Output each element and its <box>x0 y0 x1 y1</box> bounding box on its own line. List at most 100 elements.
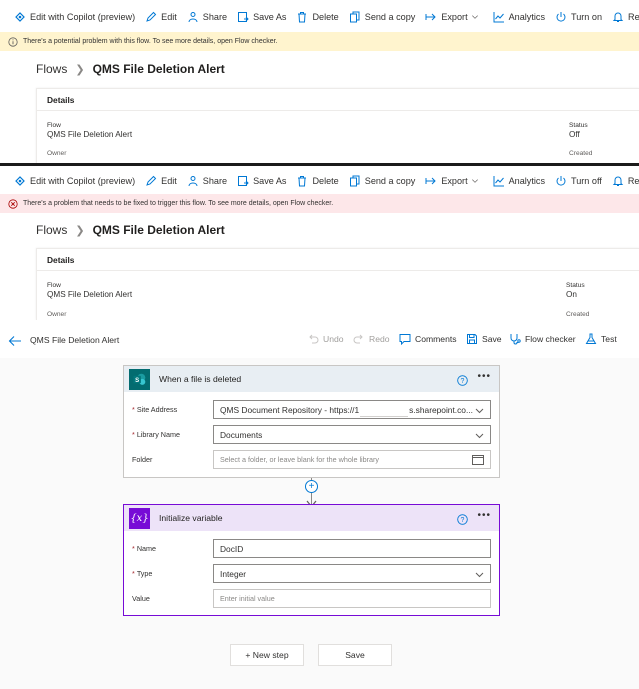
breadcrumb-flows-link[interactable]: Flows <box>36 223 67 237</box>
variable-icon: {x} <box>129 507 150 529</box>
undo-icon <box>307 333 319 345</box>
redacted-block <box>360 402 409 417</box>
flow-name-value: QMS File Deletion Alert <box>47 290 133 299</box>
site-address-label: * Site Address <box>132 405 178 414</box>
test-button[interactable]: Test <box>585 333 617 345</box>
copilot-icon <box>14 175 26 187</box>
flow-details-panel-off: Edit with Copilot (preview) Edit Share S… <box>0 0 639 164</box>
folder-input[interactable]: Select a folder, or leave blank for the … <box>213 450 491 469</box>
chevron-right-icon: ❯ <box>75 63 85 76</box>
library-name-dropdown[interactable]: Documents <box>213 425 491 444</box>
breadcrumb: Flows ❯ QMS File Deletion Alert <box>36 62 225 76</box>
save-as-icon <box>237 11 249 23</box>
bell-icon <box>612 11 624 23</box>
export-button[interactable]: Export <box>425 175 482 187</box>
analytics-button[interactable]: Analytics <box>493 11 545 23</box>
folder-picker-icon[interactable] <box>472 455 484 465</box>
save-flow-button[interactable]: Save <box>318 644 392 666</box>
error-banner-text[interactable]: There's a problem that needs to be fixed… <box>23 200 333 207</box>
more-options-icon[interactable]: ••• <box>477 510 491 521</box>
owner-label: Owner <box>47 311 67 318</box>
power-icon <box>555 175 567 187</box>
share-icon <box>187 175 199 187</box>
init-var-card-header[interactable]: {x} Initialize variable ? ••• <box>124 505 499 531</box>
new-step-button[interactable]: + New step <box>230 644 304 666</box>
details-card: Details Flow QMS File Deletion Alert Sta… <box>36 88 639 164</box>
flow-designer-panel: QMS File Deletion Alert Undo Redo Commen… <box>0 322 639 689</box>
var-type-dropdown[interactable]: Integer <box>213 564 491 583</box>
insert-step-plus-icon[interactable]: + <box>305 480 318 493</box>
save-toolbar-button[interactable]: Save <box>466 333 502 345</box>
flow-title: QMS File Deletion Alert <box>30 335 120 345</box>
details-card: Details Flow QMS File Deletion Alert Sta… <box>36 248 639 320</box>
var-value-input[interactable]: Enter initial value <box>213 589 491 608</box>
send-copy-button[interactable]: Send a copy <box>349 11 415 23</box>
owner-label: Owner <box>47 150 67 157</box>
edit-with-copilot-button[interactable]: Edit with Copilot (preview) <box>14 11 135 23</box>
initialize-variable-card: {x} Initialize variable ? ••• * Name DocI… <box>123 504 500 616</box>
edit-button[interactable]: Edit <box>145 11 177 23</box>
warning-banner-text[interactable]: There's a potential problem with this fl… <box>23 38 278 45</box>
save-icon <box>466 333 478 345</box>
repair-tips-button[interactable]: Repair tips off <box>612 175 639 187</box>
chevron-down-icon <box>475 406 484 415</box>
flask-icon <box>585 333 597 345</box>
flow-checker-button[interactable]: Flow checker <box>509 333 576 345</box>
page-title: QMS File Deletion Alert <box>92 223 225 237</box>
comments-button[interactable]: Comments <box>399 333 457 345</box>
site-address-dropdown[interactable]: QMS Document Repository - https://1 s.sh… <box>213 400 491 419</box>
share-button[interactable]: Share <box>187 11 227 23</box>
copy-icon <box>349 11 361 23</box>
details-heading: Details <box>37 89 639 111</box>
edit-button[interactable]: Edit <box>145 175 177 187</box>
redo-button[interactable]: Redo <box>353 333 390 345</box>
breadcrumb-flows-link[interactable]: Flows <box>36 62 67 76</box>
save-as-icon <box>237 175 249 187</box>
turn-off-button[interactable]: Turn off <box>555 175 602 187</box>
export-arrow-icon <box>425 11 437 23</box>
warning-banner: There's a potential problem with this fl… <box>0 32 639 51</box>
init-var-title: Initialize variable <box>159 513 223 523</box>
export-arrow-icon <box>425 175 437 187</box>
export-button[interactable]: Export <box>425 11 482 23</box>
created-label: Created <box>569 150 593 157</box>
error-banner: There's a problem that needs to be fixed… <box>0 194 639 213</box>
library-name-label: * Library Name <box>132 430 180 439</box>
help-icon[interactable]: ? <box>457 373 468 386</box>
breadcrumb: Flows ❯ QMS File Deletion Alert <box>36 223 225 237</box>
pencil-icon <box>145 175 157 187</box>
save-as-button[interactable]: Save As <box>237 11 286 23</box>
var-name-label: * Name <box>132 544 156 553</box>
back-arrow-icon[interactable] <box>8 334 22 346</box>
error-circle-icon <box>8 198 18 209</box>
analytics-icon <box>493 11 505 23</box>
status-value: On <box>566 290 577 299</box>
flow-details-panel-on: Edit with Copilot (preview) Edit Share S… <box>0 166 639 320</box>
copy-icon <box>349 175 361 187</box>
chevron-right-icon: ❯ <box>75 224 85 237</box>
undo-button[interactable]: Undo <box>307 333 344 345</box>
help-icon[interactable]: ? <box>457 512 468 525</box>
share-button[interactable]: Share <box>187 175 227 187</box>
var-name-input[interactable]: DocID <box>213 539 491 558</box>
designer-toolbar: QMS File Deletion Alert Undo Redo Commen… <box>0 322 639 358</box>
edit-with-copilot-button[interactable]: Edit with Copilot (preview) <box>14 175 135 187</box>
flow-label: Flow <box>47 122 61 129</box>
trash-icon <box>296 11 308 23</box>
repair-tips-button[interactable]: Repair tips off <box>612 11 639 23</box>
more-options-icon[interactable]: ••• <box>477 371 491 382</box>
trigger-card-header[interactable]: S When a file is deleted ? ••• <box>124 366 499 392</box>
delete-button[interactable]: Delete <box>296 175 339 187</box>
folder-label: Folder <box>132 455 153 464</box>
redo-icon <box>353 333 365 345</box>
status-label: Status <box>566 282 585 289</box>
send-copy-button[interactable]: Send a copy <box>349 175 415 187</box>
stethoscope-icon <box>509 333 521 345</box>
turn-on-button[interactable]: Turn on <box>555 11 602 23</box>
delete-button[interactable]: Delete <box>296 11 339 23</box>
pencil-icon <box>145 11 157 23</box>
analytics-button[interactable]: Analytics <box>493 175 545 187</box>
trigger-card: S When a file is deleted ? ••• * Site Add… <box>123 365 500 478</box>
copilot-icon <box>14 11 26 23</box>
save-as-button[interactable]: Save As <box>237 175 286 187</box>
